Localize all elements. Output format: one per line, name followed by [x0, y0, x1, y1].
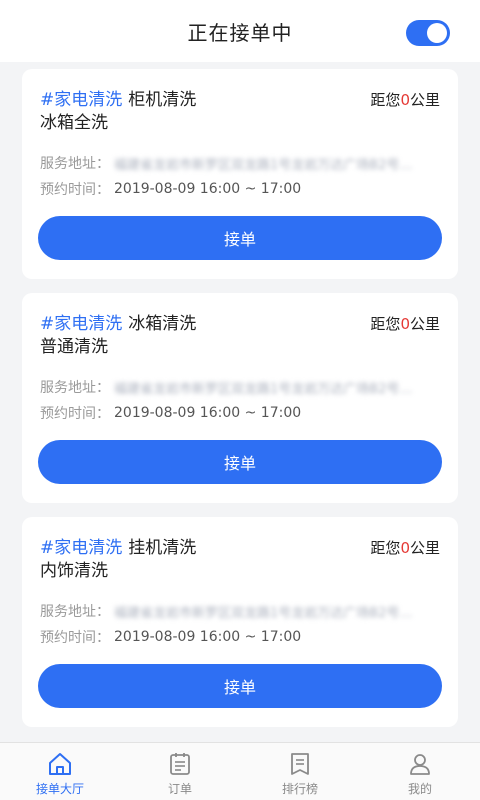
accept-order-button[interactable]: 接单 — [38, 440, 442, 484]
address-label: 服务地址： — [40, 604, 110, 620]
tab-label: 接单大厅 — [35, 782, 84, 796]
service-item-2: 冰箱全洗 — [40, 113, 108, 133]
tab-label: 我的 — [407, 782, 432, 796]
order-title: #家电清洗 柜机清洗 冰箱全洗 — [40, 89, 196, 135]
address-row: 服务地址： 福建省龙岩市新罗区双龙路1号龙岩万达广场B2号… — [40, 601, 440, 621]
order-title: #家电清洗 冰箱清洗 普通清洗 — [40, 313, 196, 359]
service-item-2: 内饰清洗 — [40, 561, 108, 581]
order-card: #家电清洗 挂机清洗 内饰清洗 距您0公里 服务地址： 福建省龙岩市新罗区双龙路1… — [22, 517, 458, 727]
home-icon — [49, 753, 71, 775]
distance-unit: 公里 — [409, 91, 440, 109]
category-tag[interactable]: #家电清洗 — [40, 538, 122, 558]
time-row: 预约时间： 2019-08-09 16:00 ~ 17:00 — [40, 627, 440, 647]
distance-text: 距您0公里 — [370, 537, 440, 559]
order-card: #家电清洗 柜机清洗 冰箱全洗 距您0公里 服务地址： 福建省龙岩市新罗区双龙路1… — [22, 69, 458, 279]
order-list-icon — [170, 753, 190, 775]
service-item-1: 柜机清洗 — [128, 90, 197, 110]
distance-prefix: 距您 — [370, 315, 401, 333]
address-label: 服务地址： — [40, 380, 110, 396]
distance-value: 0 — [400, 91, 410, 109]
tab-orders[interactable]: 订单 — [120, 743, 240, 800]
time-value: 2019-08-09 16:00 ~ 17:00 — [114, 629, 302, 645]
distance-prefix: 距您 — [370, 539, 401, 557]
service-item-2: 普通清洗 — [40, 337, 108, 357]
ranking-icon — [291, 753, 309, 775]
time-value: 2019-08-09 16:00 ~ 17:00 — [114, 405, 302, 421]
tab-ranking[interactable]: 排行榜 — [240, 743, 360, 800]
tab-order-hall[interactable]: 接单大厅 — [0, 743, 120, 800]
profile-icon — [410, 754, 430, 775]
order-card: #家电清洗 冰箱清洗 普通清洗 距您0公里 服务地址： 福建省龙岩市新罗区双龙路1… — [22, 293, 458, 503]
accept-order-button[interactable]: 接单 — [38, 216, 442, 260]
top-header: 正在接单中 — [0, 0, 480, 62]
category-tag[interactable]: #家电清洗 — [40, 314, 122, 334]
address-value-blurred: 福建省龙岩市新罗区双龙路1号龙岩万达广场B2号… — [114, 381, 413, 397]
order-status-toggle[interactable] — [406, 20, 450, 46]
distance-value: 0 — [400, 539, 410, 557]
tab-label: 订单 — [167, 782, 192, 796]
distance-value: 0 — [400, 315, 410, 333]
distance-text: 距您0公里 — [370, 313, 440, 335]
service-item-1: 冰箱清洗 — [128, 314, 197, 334]
category-tag[interactable]: #家电清洗 — [40, 90, 122, 110]
accept-order-button[interactable]: 接单 — [38, 664, 442, 708]
time-label: 预约时间： — [40, 182, 110, 198]
time-label: 预约时间： — [40, 406, 110, 422]
time-row: 预约时间： 2019-08-09 16:00 ~ 17:00 — [40, 179, 440, 199]
bottom-tab-bar: 接单大厅 订单 排行榜 我的 — [0, 742, 480, 800]
time-row: 预约时间： 2019-08-09 16:00 ~ 17:00 — [40, 403, 440, 423]
order-title-row: #家电清洗 挂机清洗 内饰清洗 距您0公里 — [40, 537, 440, 583]
tab-profile[interactable]: 我的 — [360, 743, 480, 800]
address-row: 服务地址： 福建省龙岩市新罗区双龙路1号龙岩万达广场B2号… — [40, 377, 440, 397]
order-title-row: #家电清洗 冰箱清洗 普通清洗 距您0公里 — [40, 313, 440, 359]
address-value-blurred: 福建省龙岩市新罗区双龙路1号龙岩万达广场B2号… — [114, 605, 413, 621]
distance-unit: 公里 — [409, 539, 440, 557]
page-title: 正在接单中 — [187, 20, 293, 45]
distance-unit: 公里 — [409, 315, 440, 333]
order-title-row: #家电清洗 柜机清洗 冰箱全洗 距您0公里 — [40, 89, 440, 135]
distance-text: 距您0公里 — [370, 89, 440, 111]
time-value: 2019-08-09 16:00 ~ 17:00 — [114, 181, 302, 197]
address-value-blurred: 福建省龙岩市新罗区双龙路1号龙岩万达广场B2号… — [114, 157, 413, 173]
tab-label: 排行榜 — [281, 782, 318, 796]
address-label: 服务地址： — [40, 156, 110, 172]
time-label: 预约时间： — [40, 630, 110, 646]
address-row: 服务地址： 福建省龙岩市新罗区双龙路1号龙岩万达广场B2号… — [40, 153, 440, 173]
order-title: #家电清洗 挂机清洗 内饰清洗 — [40, 537, 196, 583]
distance-prefix: 距您 — [370, 91, 401, 109]
toggle-knob — [427, 23, 447, 43]
service-item-1: 挂机清洗 — [128, 538, 197, 558]
